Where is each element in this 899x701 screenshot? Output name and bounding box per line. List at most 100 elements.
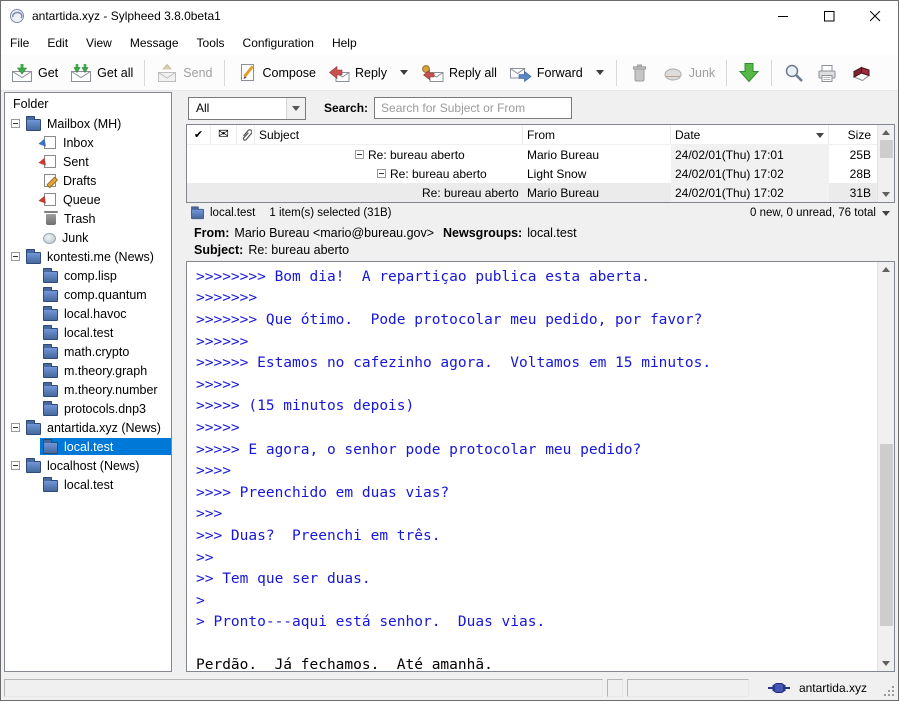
delete-button[interactable]	[622, 60, 656, 86]
folder-pane-title: Folder	[5, 93, 171, 114]
flag-column-header[interactable]: ✔	[187, 125, 211, 144]
folder-icon	[44, 136, 56, 149]
folder-tree-item[interactable]: localhost (News)	[5, 456, 171, 475]
counts-dropdown-icon[interactable]	[876, 207, 895, 220]
pane-splitter[interactable]	[172, 92, 186, 672]
get-all-button[interactable]: Get all	[64, 60, 139, 86]
folder-icon	[43, 385, 58, 397]
toolbar-separator	[144, 60, 145, 86]
folder-tree-item[interactable]: Trash	[5, 209, 171, 228]
folder-icon	[43, 366, 58, 378]
resize-grip[interactable]	[883, 685, 895, 697]
search-label: Search:	[324, 101, 368, 115]
forward-label: Forward	[537, 66, 583, 80]
scroll-down-icon[interactable]	[878, 187, 895, 202]
scrollbar-thumb[interactable]	[880, 444, 893, 626]
search-input[interactable]	[374, 97, 572, 119]
message-row[interactable]: Re: bureau aberto Mario Bureau 24/02/01(…	[187, 145, 877, 164]
folder-tree-item[interactable]: Queue	[5, 190, 171, 209]
folder-tree-item[interactable]: local.test	[5, 437, 171, 456]
folder-tree-item[interactable]: local.havoc	[5, 304, 171, 323]
folder-icon	[43, 309, 58, 321]
folder-tree-item[interactable]: Sent	[5, 152, 171, 171]
send-button[interactable]: Send	[150, 60, 218, 86]
search-button[interactable]	[777, 60, 810, 86]
tree-expander-icon[interactable]	[11, 423, 20, 432]
folder-tree-item[interactable]: local.test	[5, 323, 171, 342]
message-subject: Re: bureau aberto	[390, 167, 487, 181]
folder-tree-item[interactable]: m.theory.graph	[5, 361, 171, 380]
folder-tree-item[interactable]: m.theory.number	[5, 380, 171, 399]
folder-tree-item[interactable]: Inbox	[5, 133, 171, 152]
message-from: Mario Bureau	[523, 183, 671, 202]
attachment-column-header[interactable]	[237, 125, 255, 144]
folder-tree-item[interactable]: Mailbox (MH)	[5, 114, 171, 133]
message-list-scrollbar[interactable]	[877, 125, 894, 202]
size-column-header[interactable]: Size	[829, 125, 877, 144]
folder-label: comp.quantum	[64, 288, 147, 302]
message-row[interactable]: Re: bureau aberto Light Snow 24/02/01(Th…	[187, 164, 877, 183]
thread-expander-icon[interactable]	[377, 169, 386, 178]
menu-item[interactable]: Message	[121, 33, 188, 53]
next-unread-button[interactable]	[732, 59, 766, 86]
maximize-button[interactable]	[806, 1, 852, 31]
scroll-down-icon[interactable]	[878, 656, 895, 671]
folder-tree-item[interactable]: kontesti.me (News)	[5, 247, 171, 266]
message-date: 24/02/01(Thu) 17:02	[671, 183, 829, 202]
folder-icon	[43, 404, 58, 416]
message-body[interactable]: >>>>>>>> Bom dia! A repartiçao publica e…	[187, 262, 877, 671]
forward-button[interactable]: Forward	[503, 60, 589, 86]
reply-button[interactable]: Reply	[322, 60, 393, 86]
folder-tree-item[interactable]: math.crypto	[5, 342, 171, 361]
menu-item[interactable]: Tools	[188, 33, 234, 53]
folder-tree-item[interactable]: antartida.xyz (News)	[5, 418, 171, 437]
forward-icon	[509, 63, 532, 83]
toolbar-separator	[771, 60, 772, 86]
print-button[interactable]	[810, 60, 844, 86]
from-column-header[interactable]: From	[523, 125, 671, 144]
forward-dropdown-button[interactable]	[589, 63, 611, 82]
folder-tree-item[interactable]: Drafts	[5, 171, 171, 190]
scroll-up-icon[interactable]	[878, 125, 895, 140]
folder-icon	[43, 233, 56, 244]
filter-dropdown[interactable]: All	[188, 97, 306, 120]
scroll-up-icon[interactable]	[878, 262, 895, 277]
menu-item[interactable]: Configuration	[234, 33, 323, 53]
message-date: 24/02/01(Thu) 17:02	[671, 164, 829, 183]
tree-expander-icon[interactable]	[11, 252, 20, 261]
folder-tree-item[interactable]: comp.lisp	[5, 266, 171, 285]
menu-item[interactable]: Edit	[38, 33, 77, 53]
folder-tree-item[interactable]: protocols.dnp3	[5, 399, 171, 418]
address-book-button[interactable]	[844, 60, 879, 86]
reply-dropdown-button[interactable]	[393, 63, 415, 82]
get-button[interactable]: Get	[5, 60, 64, 86]
message-body-scrollbar[interactable]	[877, 262, 894, 671]
message-body-line: >>>>>>>	[196, 288, 877, 310]
tree-expander-icon[interactable]	[11, 461, 20, 470]
menu-item[interactable]: Help	[323, 33, 366, 53]
subject-column-header[interactable]: Subject	[255, 125, 523, 144]
message-row[interactable]: Re: bureau aberto Mario Bureau 24/02/01(…	[187, 183, 877, 202]
junk-icon	[662, 63, 684, 83]
close-button[interactable]	[852, 1, 898, 31]
tree-expander-icon[interactable]	[11, 119, 20, 128]
folder-tree-item[interactable]: comp.quantum	[5, 285, 171, 304]
folder-icon	[26, 423, 41, 435]
minimize-button[interactable]	[760, 1, 806, 31]
junk-button[interactable]: Junk	[656, 60, 721, 86]
scrollbar-thumb[interactable]	[880, 140, 893, 158]
menu-item[interactable]: View	[77, 33, 121, 53]
folder-label: antartida.xyz (News)	[47, 421, 161, 435]
compose-button[interactable]: Compose	[230, 59, 323, 86]
date-column-header[interactable]: Date	[671, 125, 829, 144]
folder-tree-item[interactable]: Junk	[5, 228, 171, 247]
account-selector[interactable]: antartida.xyz	[753, 681, 879, 695]
menu-item[interactable]: File	[1, 33, 38, 53]
thread-expander-icon[interactable]	[355, 150, 364, 159]
address-book-icon	[850, 63, 873, 83]
menu-bar: FileEditViewMessageToolsConfigurationHel…	[1, 31, 898, 55]
folder-icon	[43, 480, 58, 492]
reply-all-button[interactable]: Reply all	[415, 60, 503, 86]
mark-column-header[interactable]: ✉	[211, 125, 237, 144]
folder-tree-item[interactable]: local.test	[5, 475, 171, 494]
